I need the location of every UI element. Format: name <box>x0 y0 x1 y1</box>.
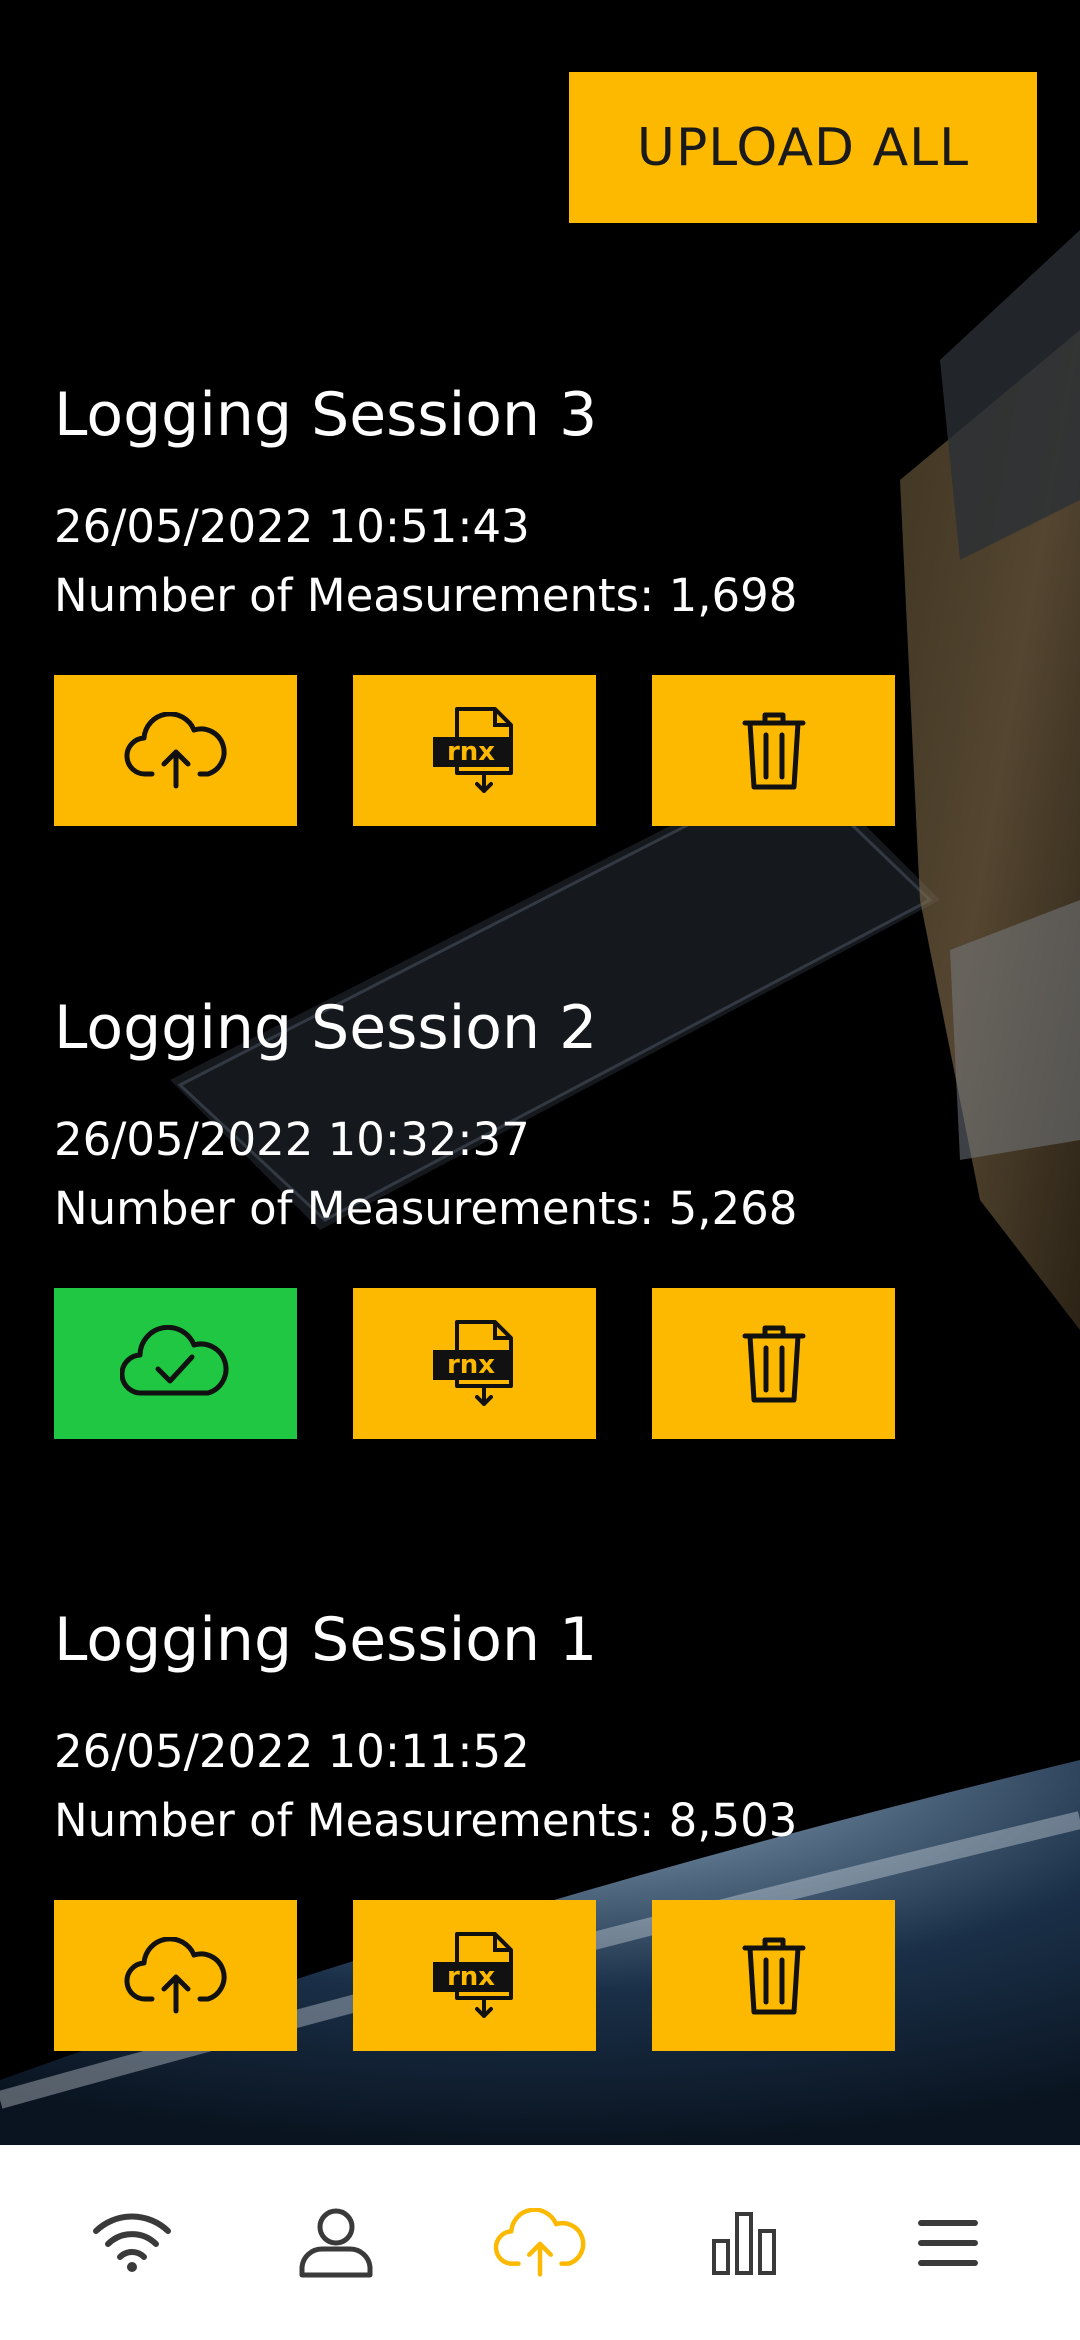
rinex-file-download-icon: rnx <box>432 1319 513 1406</box>
cloud-check-icon <box>119 1324 228 1396</box>
bottom-navigation <box>0 2145 1080 2340</box>
export-rinex-button[interactable]: rnx <box>353 1900 596 2051</box>
session-card: Logging Session 3 26/05/2022 10:51:43 Nu… <box>54 380 954 826</box>
export-rinex-button[interactable]: rnx <box>353 675 596 826</box>
session-title: Logging Session 3 <box>54 380 598 450</box>
session-card: Logging Session 2 26/05/2022 10:32:37 Nu… <box>54 993 954 1439</box>
nav-item-wifi[interactable] <box>72 2183 192 2303</box>
wifi-icon <box>93 2213 171 2272</box>
trash-icon <box>742 712 805 789</box>
nav-item-menu[interactable] <box>888 2183 1008 2303</box>
menu-icon <box>918 2219 978 2266</box>
rinex-icon-text: rnx <box>446 1350 494 1380</box>
session-title: Logging Session 1 <box>54 1605 598 1675</box>
session-measurement-count: Number of Measurements: 8,503 <box>54 1794 798 1847</box>
cloud-upload-icon <box>493 2207 586 2277</box>
user-icon <box>299 2208 373 2277</box>
session-measurement-count: Number of Measurements: 1,698 <box>54 569 798 622</box>
bar-chart-icon <box>712 2211 776 2275</box>
cloud-upload-icon <box>123 711 227 788</box>
rinex-file-download-icon: rnx <box>432 706 513 793</box>
session-measurement-count: Number of Measurements: 5,268 <box>54 1182 798 1235</box>
nav-item-statistics[interactable] <box>684 2183 804 2303</box>
session-title: Logging Session 2 <box>54 993 598 1063</box>
session-actions: rnx <box>54 675 895 826</box>
session-datetime: 26/05/2022 10:51:43 <box>54 500 530 553</box>
session-datetime: 26/05/2022 10:32:37 <box>54 1113 530 1166</box>
delete-session-button[interactable] <box>652 675 895 826</box>
trash-icon <box>742 1937 805 2014</box>
session-actions: rnx <box>54 1288 895 1439</box>
export-rinex-button[interactable]: rnx <box>353 1288 596 1439</box>
cloud-upload-icon <box>123 1936 227 2013</box>
session-card: Logging Session 1 26/05/2022 10:11:52 Nu… <box>54 1605 954 2051</box>
rinex-icon-text: rnx <box>446 1962 494 1992</box>
main-screen: UPLOAD ALL Logging Session 3 26/05/2022 … <box>0 0 1080 2145</box>
trash-icon <box>742 1325 805 1402</box>
upload-all-button[interactable]: UPLOAD ALL <box>569 72 1037 223</box>
delete-session-button[interactable] <box>652 1288 895 1439</box>
delete-session-button[interactable] <box>652 1900 895 2051</box>
rinex-file-download-icon: rnx <box>432 1931 513 2018</box>
session-actions: rnx <box>54 1900 895 2051</box>
nav-item-upload[interactable] <box>480 2183 600 2303</box>
nav-item-profile[interactable] <box>276 2183 396 2303</box>
rinex-icon-text: rnx <box>446 737 494 767</box>
upload-session-button[interactable] <box>54 1900 297 2051</box>
upload-session-button[interactable] <box>54 1288 297 1439</box>
session-datetime: 26/05/2022 10:11:52 <box>54 1725 530 1778</box>
upload-session-button[interactable] <box>54 675 297 826</box>
